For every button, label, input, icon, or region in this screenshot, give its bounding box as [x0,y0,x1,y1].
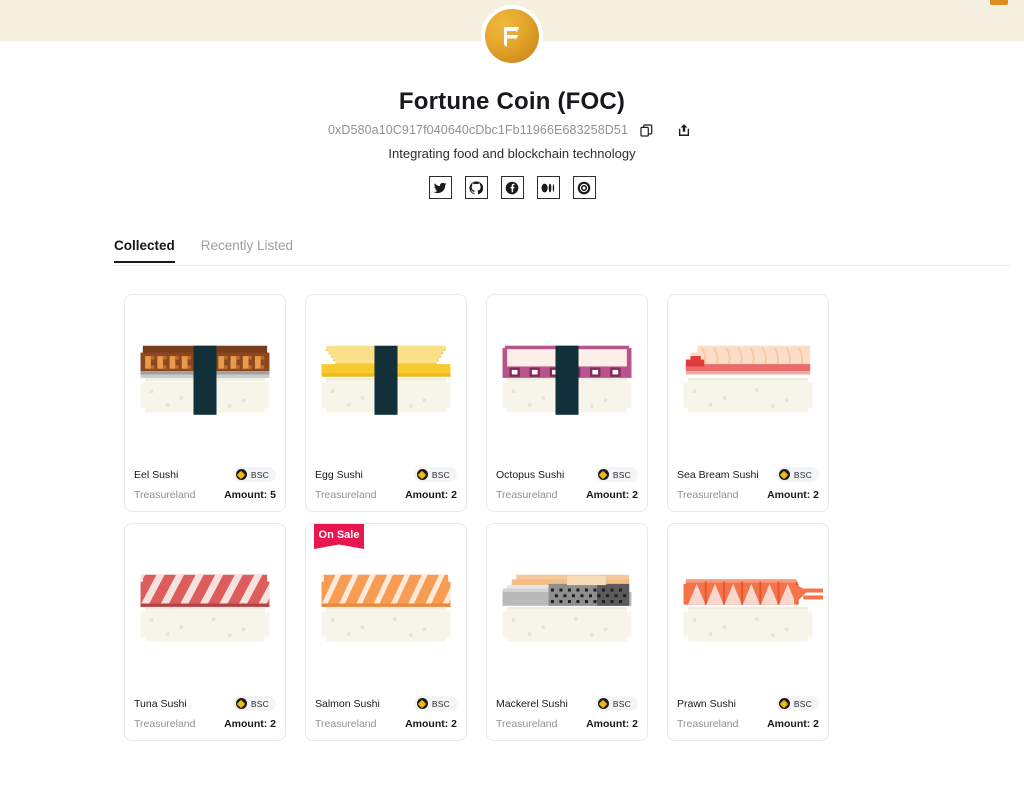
chain-badge: BSC [775,696,819,711]
share-icon[interactable] [672,119,696,141]
amount-label: Amount: 2 [767,718,819,730]
page-title: Fortune Coin (FOC) [398,88,626,115]
nft-info: Eel Sushi BSC Treasureland Amount: 5 [125,467,285,511]
chain-badge: BSC [594,467,638,482]
nft-info: Sea Bream Sushi BSC Treasureland Amount:… [668,467,828,511]
twitter-icon[interactable] [428,176,452,199]
nft-card[interactable]: Octopus Sushi BSC Treasureland Amount: 2 [486,294,648,512]
chain-badge: BSC [775,467,819,482]
chain-badge: BSC [232,696,276,711]
nft-name: Prawn Sushi [677,697,736,710]
nft-artwork [125,295,285,453]
nft-artwork: On Sale [306,524,466,682]
collection-name: Treasureland [315,718,377,730]
amount-label: Amount: 2 [224,718,276,730]
amount-label: Amount: 2 [405,489,457,501]
collection-name: Treasureland [677,718,739,730]
nft-card[interactable]: Egg Sushi BSC Treasureland Amount: 2 [305,294,467,512]
nft-artwork [668,524,828,682]
amount-label: Amount: 2 [767,489,819,501]
nft-artwork [125,524,285,682]
nft-info: Salmon Sushi BSC Treasureland Amount: 2 [306,696,466,740]
bsc-icon [235,469,247,480]
amount-label: Amount: 2 [586,718,638,730]
collection-name: Treasureland [496,489,558,501]
amount-label: Amount: 5 [224,489,276,501]
nft-name: Octopus Sushi [496,468,565,481]
chain-label: BSC [250,469,269,480]
bsc-icon [597,698,609,709]
instagram-icon[interactable] [572,176,596,199]
chain-label: BSC [793,698,812,709]
chain-badge: BSC [232,467,276,482]
nft-grid: Eel Sushi BSC Treasureland Amount: 5 Egg… [124,294,986,741]
avatar [481,5,543,67]
amount-label: Amount: 2 [405,718,457,730]
chain-label: BSC [250,698,269,709]
nft-card[interactable]: Tuna Sushi BSC Treasureland Amount: 2 [124,523,286,741]
nft-info: Prawn Sushi BSC Treasureland Amount: 2 [668,696,828,740]
tab-recently-listed[interactable]: Recently Listed [201,238,293,262]
nft-artwork [306,295,466,453]
nft-info: Egg Sushi BSC Treasureland Amount: 2 [306,467,466,511]
collection-name: Treasureland [677,489,739,501]
chain-badge: BSC [594,696,638,711]
collection-name: Treasureland [496,718,558,730]
amount-label: Amount: 2 [586,489,638,501]
fortune-coin-logo [485,9,539,63]
tab-bar: Collected Recently Listed [114,238,1010,266]
contract-address: 0xD580a10C917f040640cDbc1Fb11966E683258D… [327,123,629,137]
nft-card[interactable]: Eel Sushi BSC Treasureland Amount: 5 [124,294,286,512]
collection-name: Treasureland [315,489,377,501]
collection-name: Treasureland [134,489,196,501]
status-badge: On Sale [314,524,364,549]
nft-card[interactable]: Mackerel Sushi BSC Treasureland Amount: … [486,523,648,741]
nft-name: Salmon Sushi [315,697,380,710]
medium-icon[interactable] [536,176,560,199]
nft-card[interactable]: Sea Bream Sushi BSC Treasureland Amount:… [667,294,829,512]
collection-name: Treasureland [134,718,196,730]
nft-name: Tuna Sushi [134,697,187,710]
chain-label: BSC [612,698,631,709]
social-links [0,176,1024,199]
nft-name: Egg Sushi [315,468,363,481]
bsc-icon [235,698,247,709]
profile-description: Integrating food and blockchain technolo… [388,146,636,161]
bsc-icon [778,469,790,480]
chain-badge: BSC [413,696,457,711]
page-root: Fortune Coin (FOC) 0xD580a10C917f040640c… [0,0,1024,787]
nft-info: Tuna Sushi BSC Treasureland Amount: 2 [125,696,285,740]
nft-name: Eel Sushi [134,468,179,481]
bsc-icon [416,698,428,709]
contract-address-row: 0xD580a10C917f040640cDbc1Fb11966E683258D… [0,119,1024,141]
chain-label: BSC [431,698,450,709]
nft-artwork [668,295,828,453]
banner-accent-mark [990,0,1008,5]
nft-card[interactable]: Prawn Sushi BSC Treasureland Amount: 2 [667,523,829,741]
facebook-icon[interactable] [500,176,524,199]
copy-icon[interactable] [634,119,658,141]
chain-label: BSC [793,469,812,480]
bsc-icon [597,469,609,480]
chain-badge: BSC [413,467,457,482]
nft-artwork [487,524,647,682]
nft-name: Sea Bream Sushi [677,468,759,481]
nft-name: Mackerel Sushi [496,697,568,710]
nft-info: Octopus Sushi BSC Treasureland Amount: 2 [487,467,647,511]
chain-label: BSC [612,469,631,480]
github-icon[interactable] [464,176,488,199]
nft-artwork [487,295,647,453]
bsc-icon [778,698,790,709]
chain-label: BSC [431,469,450,480]
nft-info: Mackerel Sushi BSC Treasureland Amount: … [487,696,647,740]
nft-card[interactable]: On Sale Salmon Sushi BSC Treasureland Am… [305,523,467,741]
tab-collected[interactable]: Collected [114,238,175,263]
bsc-icon [416,469,428,480]
